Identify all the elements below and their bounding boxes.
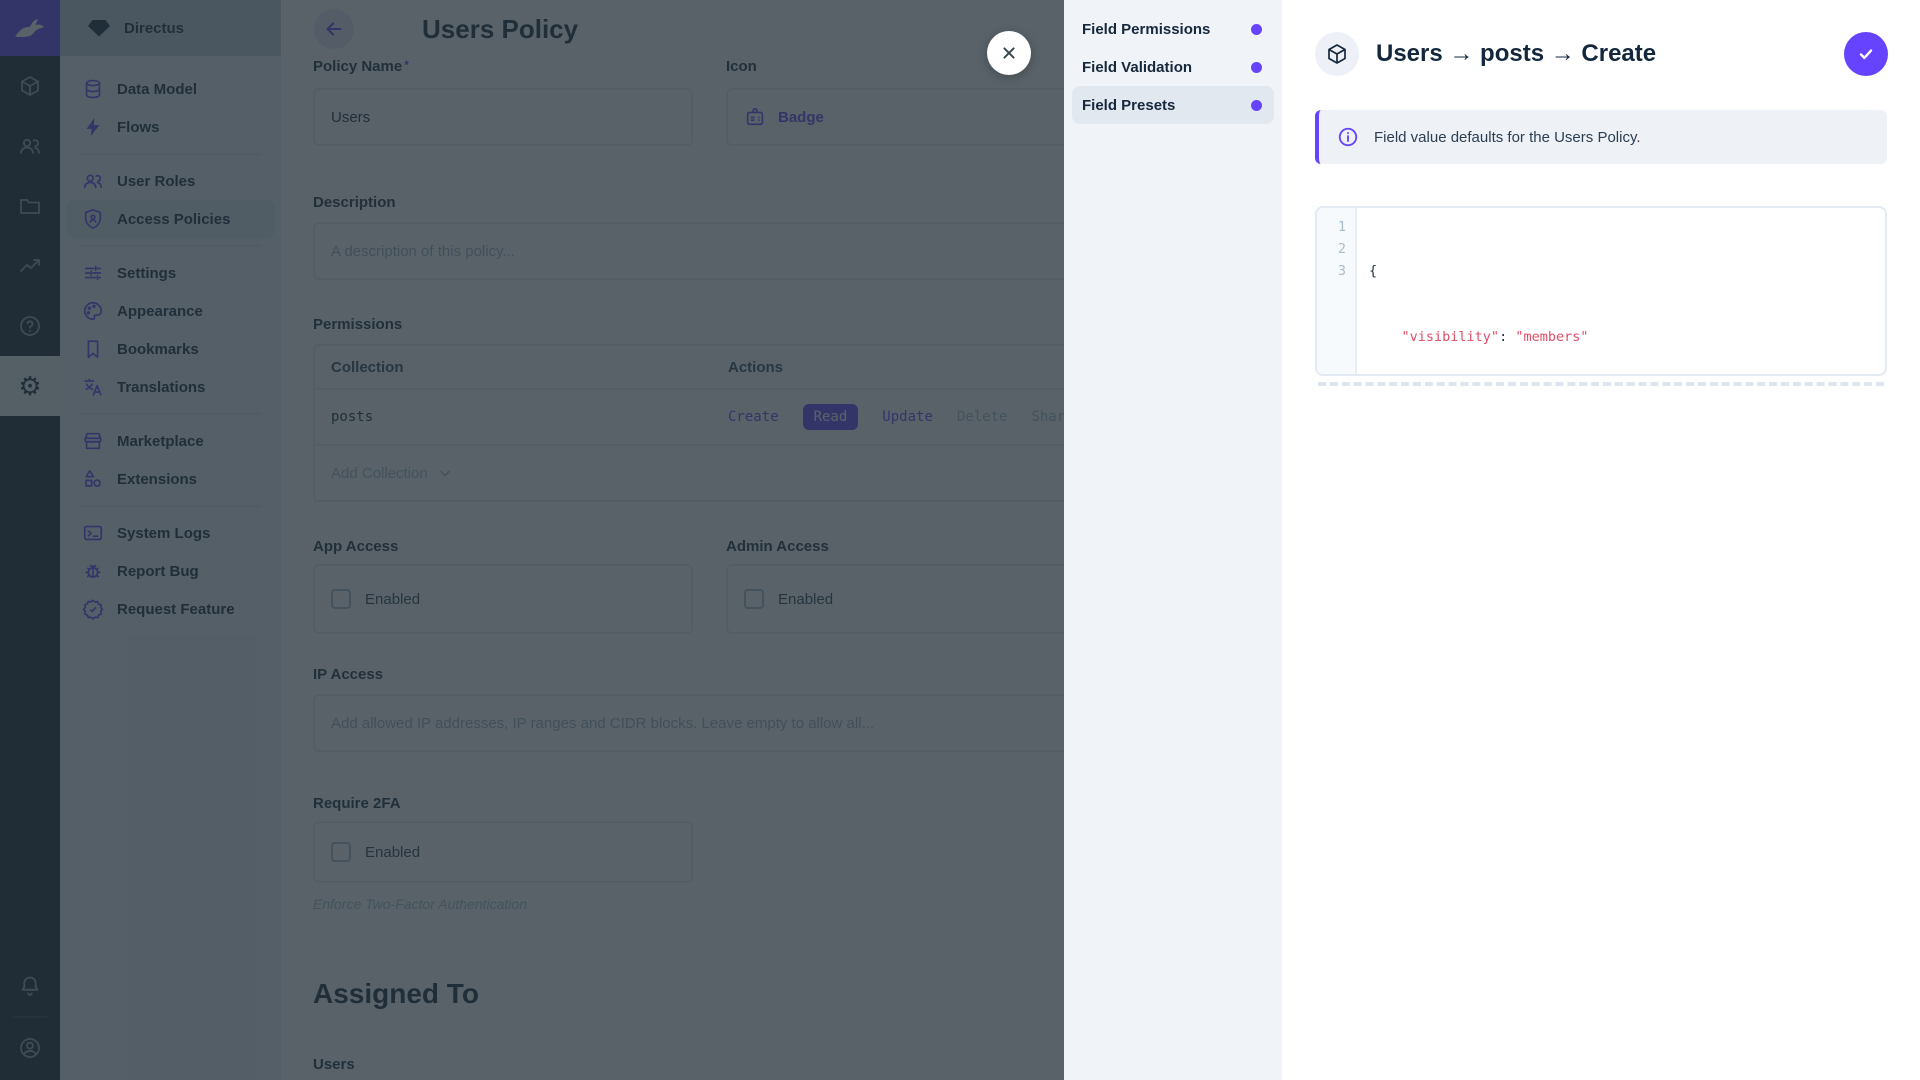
menu-item-label: Field Validation: [1082, 59, 1192, 76]
directus-app: ⚙ Directus Data Model Flows: [0, 0, 1920, 1080]
info-notice: Field value defaults for the Users Polic…: [1315, 110, 1887, 164]
check-icon: [1855, 43, 1877, 65]
status-dot: [1251, 100, 1262, 111]
line-number: 1: [1317, 216, 1355, 238]
code-line: "visibility": "members": [1369, 326, 1885, 348]
save-button[interactable]: [1844, 32, 1888, 76]
drawer-side-menu: Field Permissions Field Validation Field…: [1064, 0, 1282, 1080]
cube-badge: [1315, 32, 1359, 76]
code-line: {: [1369, 260, 1885, 282]
editor-resize-handle[interactable]: [1318, 382, 1884, 386]
close-drawer-button[interactable]: [987, 31, 1031, 75]
cube-icon: [1325, 42, 1349, 66]
line-number: 2: [1317, 238, 1355, 260]
status-dot: [1251, 62, 1262, 73]
notice-text: Field value defaults for the Users Polic…: [1374, 129, 1641, 146]
editor-gutter: 1 2 3: [1317, 208, 1357, 374]
drawer-title: Users → posts → Create: [1376, 32, 1656, 76]
info-icon: [1337, 126, 1359, 148]
menu-item-field-validation[interactable]: Field Validation: [1072, 48, 1274, 86]
menu-item-field-presets[interactable]: Field Presets: [1072, 86, 1274, 124]
editor-code-area[interactable]: { "visibility": "members" }: [1359, 208, 1885, 376]
line-number: 3: [1317, 260, 1355, 282]
menu-item-label: Field Presets: [1082, 97, 1175, 114]
menu-item-field-permissions[interactable]: Field Permissions: [1072, 10, 1274, 48]
menu-item-label: Field Permissions: [1082, 21, 1210, 38]
json-editor: 1 2 3 { "visibility": "members" }: [1315, 206, 1887, 376]
drawer-panel: Users → posts → Create Field value defau…: [1282, 0, 1920, 1080]
close-icon: [999, 43, 1019, 63]
status-dot: [1251, 24, 1262, 35]
